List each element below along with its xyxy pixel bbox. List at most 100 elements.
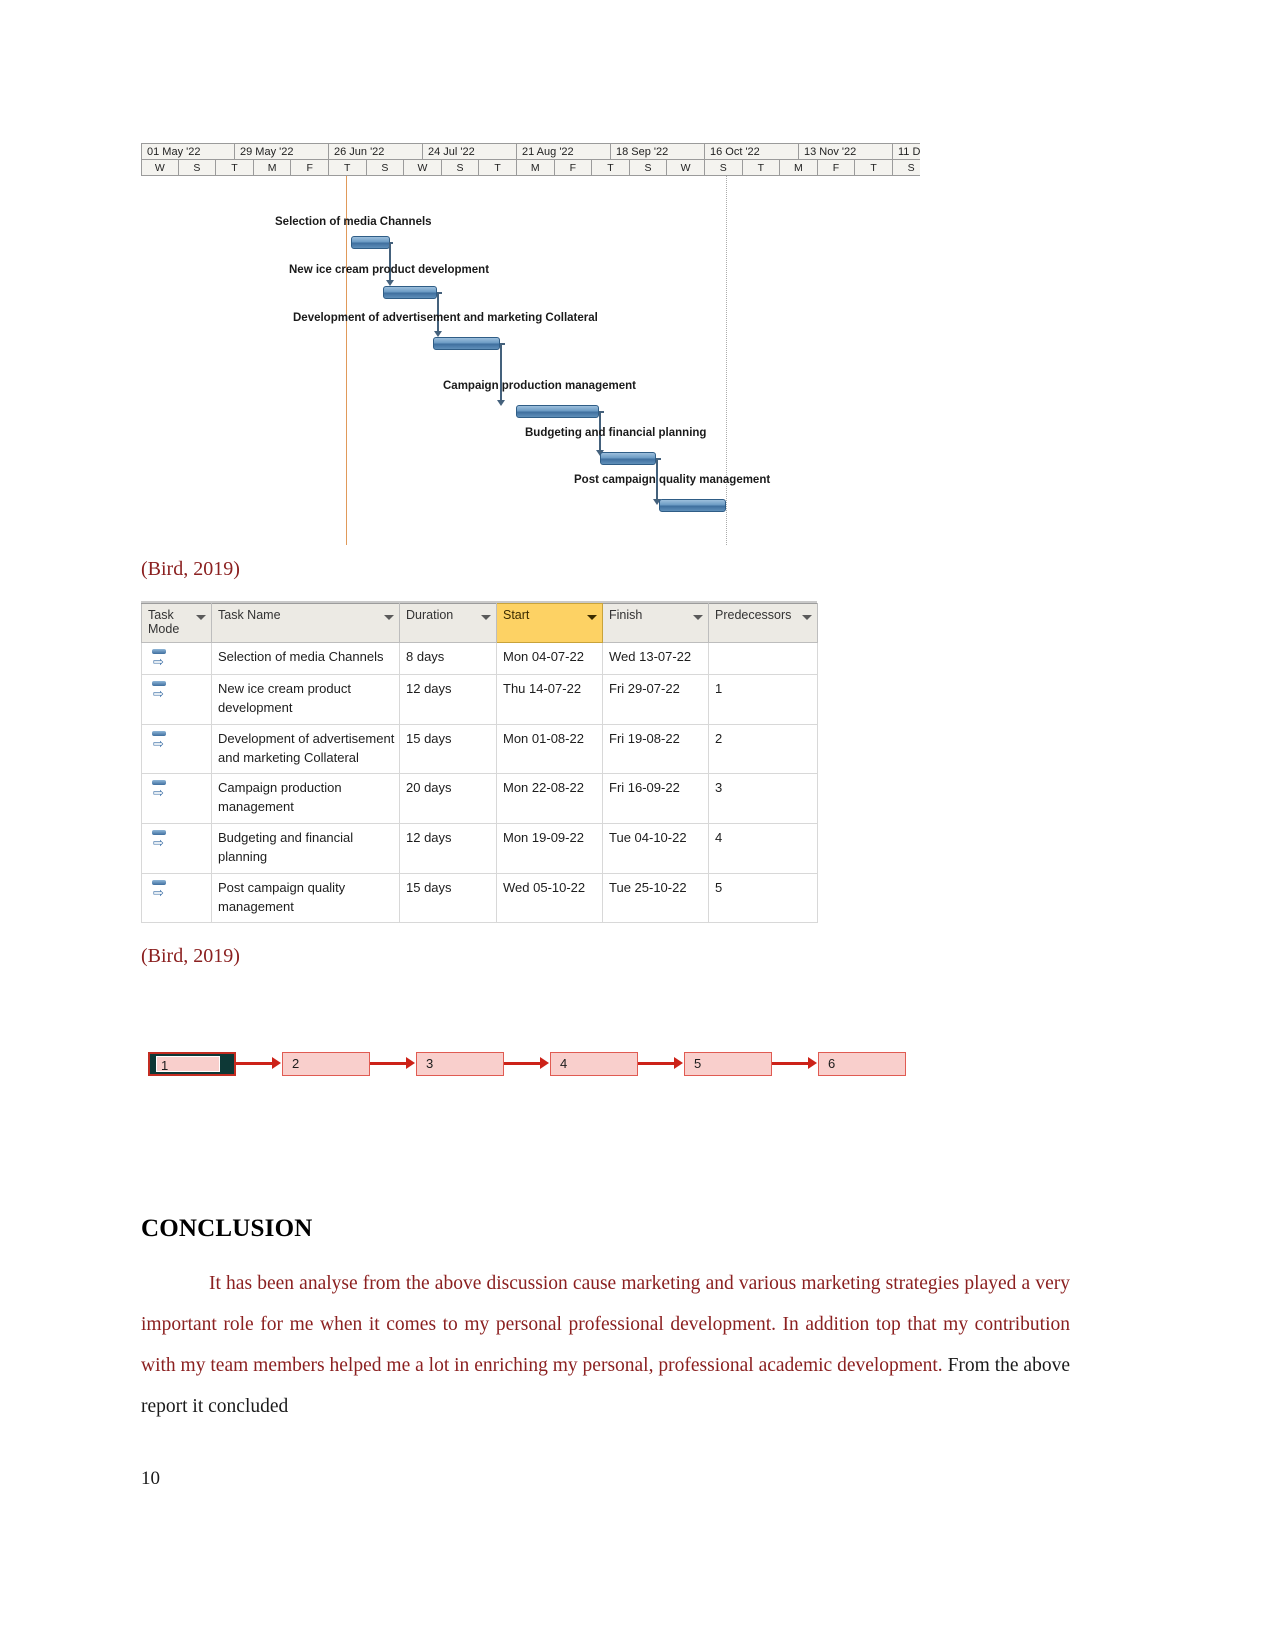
start-cell: Mon 22-08-22 xyxy=(496,773,603,825)
column-header-label: Finish xyxy=(609,608,643,622)
gantt-chart-figure: 01 May '22 29 May '22 26 Jun '22 24 Jul … xyxy=(141,143,920,545)
column-header-label: Task Name xyxy=(218,608,281,622)
timeline-day-cell: M xyxy=(516,160,555,175)
chevron-down-icon[interactable] xyxy=(693,615,703,620)
table-row[interactable]: ⇨ Budgeting and financial planning 12 da… xyxy=(141,823,818,874)
network-arrow-head-icon xyxy=(540,1057,549,1069)
gantt-bar-label: Campaign production management xyxy=(443,380,636,392)
predecessors-cell: 1 xyxy=(708,674,818,725)
timeline-day-row: W S T M F T S W S T M F T S W S T M F T xyxy=(141,160,920,175)
column-header-duration[interactable]: Duration xyxy=(399,603,497,643)
gantt-bar-label: Post campaign quality management xyxy=(574,474,771,486)
start-cell: Mon 04-07-22 xyxy=(496,642,603,675)
table-row[interactable]: ⇨ New ice cream product development 12 d… xyxy=(141,674,818,725)
timeline-day-cell: M xyxy=(253,160,292,175)
column-header-start[interactable]: Start xyxy=(496,603,603,643)
task-mode-cell[interactable]: ⇨ xyxy=(141,872,212,924)
predecessors-cell: 3 xyxy=(708,773,818,825)
manually-scheduled-icon: ⇨ xyxy=(152,730,172,751)
gantt-link xyxy=(389,242,391,282)
network-arrow xyxy=(236,1062,272,1065)
gantt-bar[interactable] xyxy=(516,405,599,418)
network-arrow xyxy=(772,1062,808,1065)
network-node-3[interactable]: 3 xyxy=(416,1052,504,1076)
column-header-task-mode[interactable]: Task Mode xyxy=(141,603,212,643)
timeline-day-cell: S xyxy=(704,160,743,175)
gantt-bar[interactable] xyxy=(600,452,656,465)
timeline-day-cell: T xyxy=(742,160,781,175)
manually-scheduled-icon: ⇨ xyxy=(152,879,172,900)
gantt-bar-label: Development of advertisement and marketi… xyxy=(293,312,598,324)
timeline-month-cell: 24 Jul '22 xyxy=(423,144,517,159)
network-arrow-head-icon xyxy=(406,1057,415,1069)
network-diagram: 1 2 3 4 5 6 xyxy=(148,1043,906,1083)
task-mode-cell[interactable]: ⇨ xyxy=(141,723,212,775)
timeline-month-row: 01 May '22 29 May '22 26 Jun '22 24 Jul … xyxy=(141,144,920,160)
timeline-day-cell: S xyxy=(629,160,668,175)
chevron-down-icon[interactable] xyxy=(196,615,206,620)
timeline-day-cell: W xyxy=(404,160,442,175)
table-row[interactable]: ⇨ Development of advertisement and marke… xyxy=(141,723,818,775)
gantt-bar[interactable] xyxy=(383,286,437,299)
gantt-bar[interactable] xyxy=(659,499,726,512)
project-task-table: Task Mode Task Name Duration Start Finis… xyxy=(141,601,818,928)
finish-cell: Fri 16-09-22 xyxy=(602,773,709,825)
network-arrow-head-icon xyxy=(674,1057,683,1069)
predecessors-cell: 2 xyxy=(708,723,818,775)
task-mode-cell[interactable]: ⇨ xyxy=(141,642,212,675)
gantt-bar[interactable] xyxy=(433,337,500,350)
timeline-day-cell: F xyxy=(554,160,593,175)
timeline-day-cell: T xyxy=(855,160,893,175)
timeline-month-cell: 16 Oct '22 xyxy=(705,144,799,159)
project-finish-gridline xyxy=(726,176,727,545)
column-header-task-name[interactable]: Task Name xyxy=(211,603,400,643)
network-node-1[interactable]: 1 xyxy=(148,1052,236,1076)
timeline-day-cell: W xyxy=(667,160,705,175)
chevron-down-icon[interactable] xyxy=(802,615,812,620)
network-node-4[interactable]: 4 xyxy=(550,1052,638,1076)
duration-cell: 20 days xyxy=(399,773,497,825)
finish-cell: Tue 04-10-22 xyxy=(602,823,709,874)
timeline-day-cell: S xyxy=(366,160,405,175)
page-number: 10 xyxy=(141,1468,160,1489)
duration-cell: 8 days xyxy=(399,642,497,675)
timeline-day-cell: S xyxy=(441,160,480,175)
table-header-row: Task Mode Task Name Duration Start Finis… xyxy=(141,603,818,643)
task-mode-cell[interactable]: ⇨ xyxy=(141,823,212,874)
duration-cell: 15 days xyxy=(399,872,497,924)
timeline-month-cell: 01 May '22 xyxy=(141,144,235,159)
conclusion-text-red: It has been analyse from the above discu… xyxy=(141,1272,1070,1376)
finish-cell: Wed 13-07-22 xyxy=(602,642,709,675)
column-header-predecessors[interactable]: Predecessors xyxy=(708,603,818,643)
chevron-down-icon[interactable] xyxy=(587,615,597,620)
manually-scheduled-icon: ⇨ xyxy=(152,648,172,669)
predecessors-cell: 5 xyxy=(708,872,818,924)
timeline-day-cell: S xyxy=(892,160,920,175)
table-row[interactable]: ⇨ Campaign production management 20 days… xyxy=(141,773,818,825)
timeline-day-cell: F xyxy=(291,160,329,175)
timeline-day-cell: T xyxy=(592,160,630,175)
timeline-day-cell: W xyxy=(141,160,179,175)
network-node-5[interactable]: 5 xyxy=(684,1052,772,1076)
table-row[interactable]: ⇨ Selection of media Channels 8 days Mon… xyxy=(141,642,818,675)
task-mode-cell[interactable]: ⇨ xyxy=(141,773,212,825)
task-name-cell: Development of advertisement and marketi… xyxy=(211,723,400,775)
column-header-label: Start xyxy=(503,608,530,622)
manually-scheduled-icon: ⇨ xyxy=(152,829,172,850)
finish-cell: Fri 19-08-22 xyxy=(602,723,709,775)
network-node-label: 1 xyxy=(156,1056,220,1073)
column-header-finish[interactable]: Finish xyxy=(602,603,709,643)
table-row[interactable]: ⇨ Post campaign quality management 15 da… xyxy=(141,872,818,924)
gantt-link xyxy=(656,458,661,460)
task-mode-cell[interactable]: ⇨ xyxy=(141,674,212,725)
gantt-link xyxy=(500,343,505,345)
chevron-down-icon[interactable] xyxy=(481,615,491,620)
timeline-day-cell: T xyxy=(216,160,254,175)
task-name-cell: Post campaign quality management xyxy=(211,872,400,924)
chevron-down-icon[interactable] xyxy=(384,615,394,620)
gantt-bar[interactable] xyxy=(351,236,390,249)
network-node-2[interactable]: 2 xyxy=(282,1052,370,1076)
gantt-link xyxy=(437,292,442,294)
task-name-cell: Selection of media Channels xyxy=(211,642,400,675)
network-node-6[interactable]: 6 xyxy=(818,1052,906,1076)
